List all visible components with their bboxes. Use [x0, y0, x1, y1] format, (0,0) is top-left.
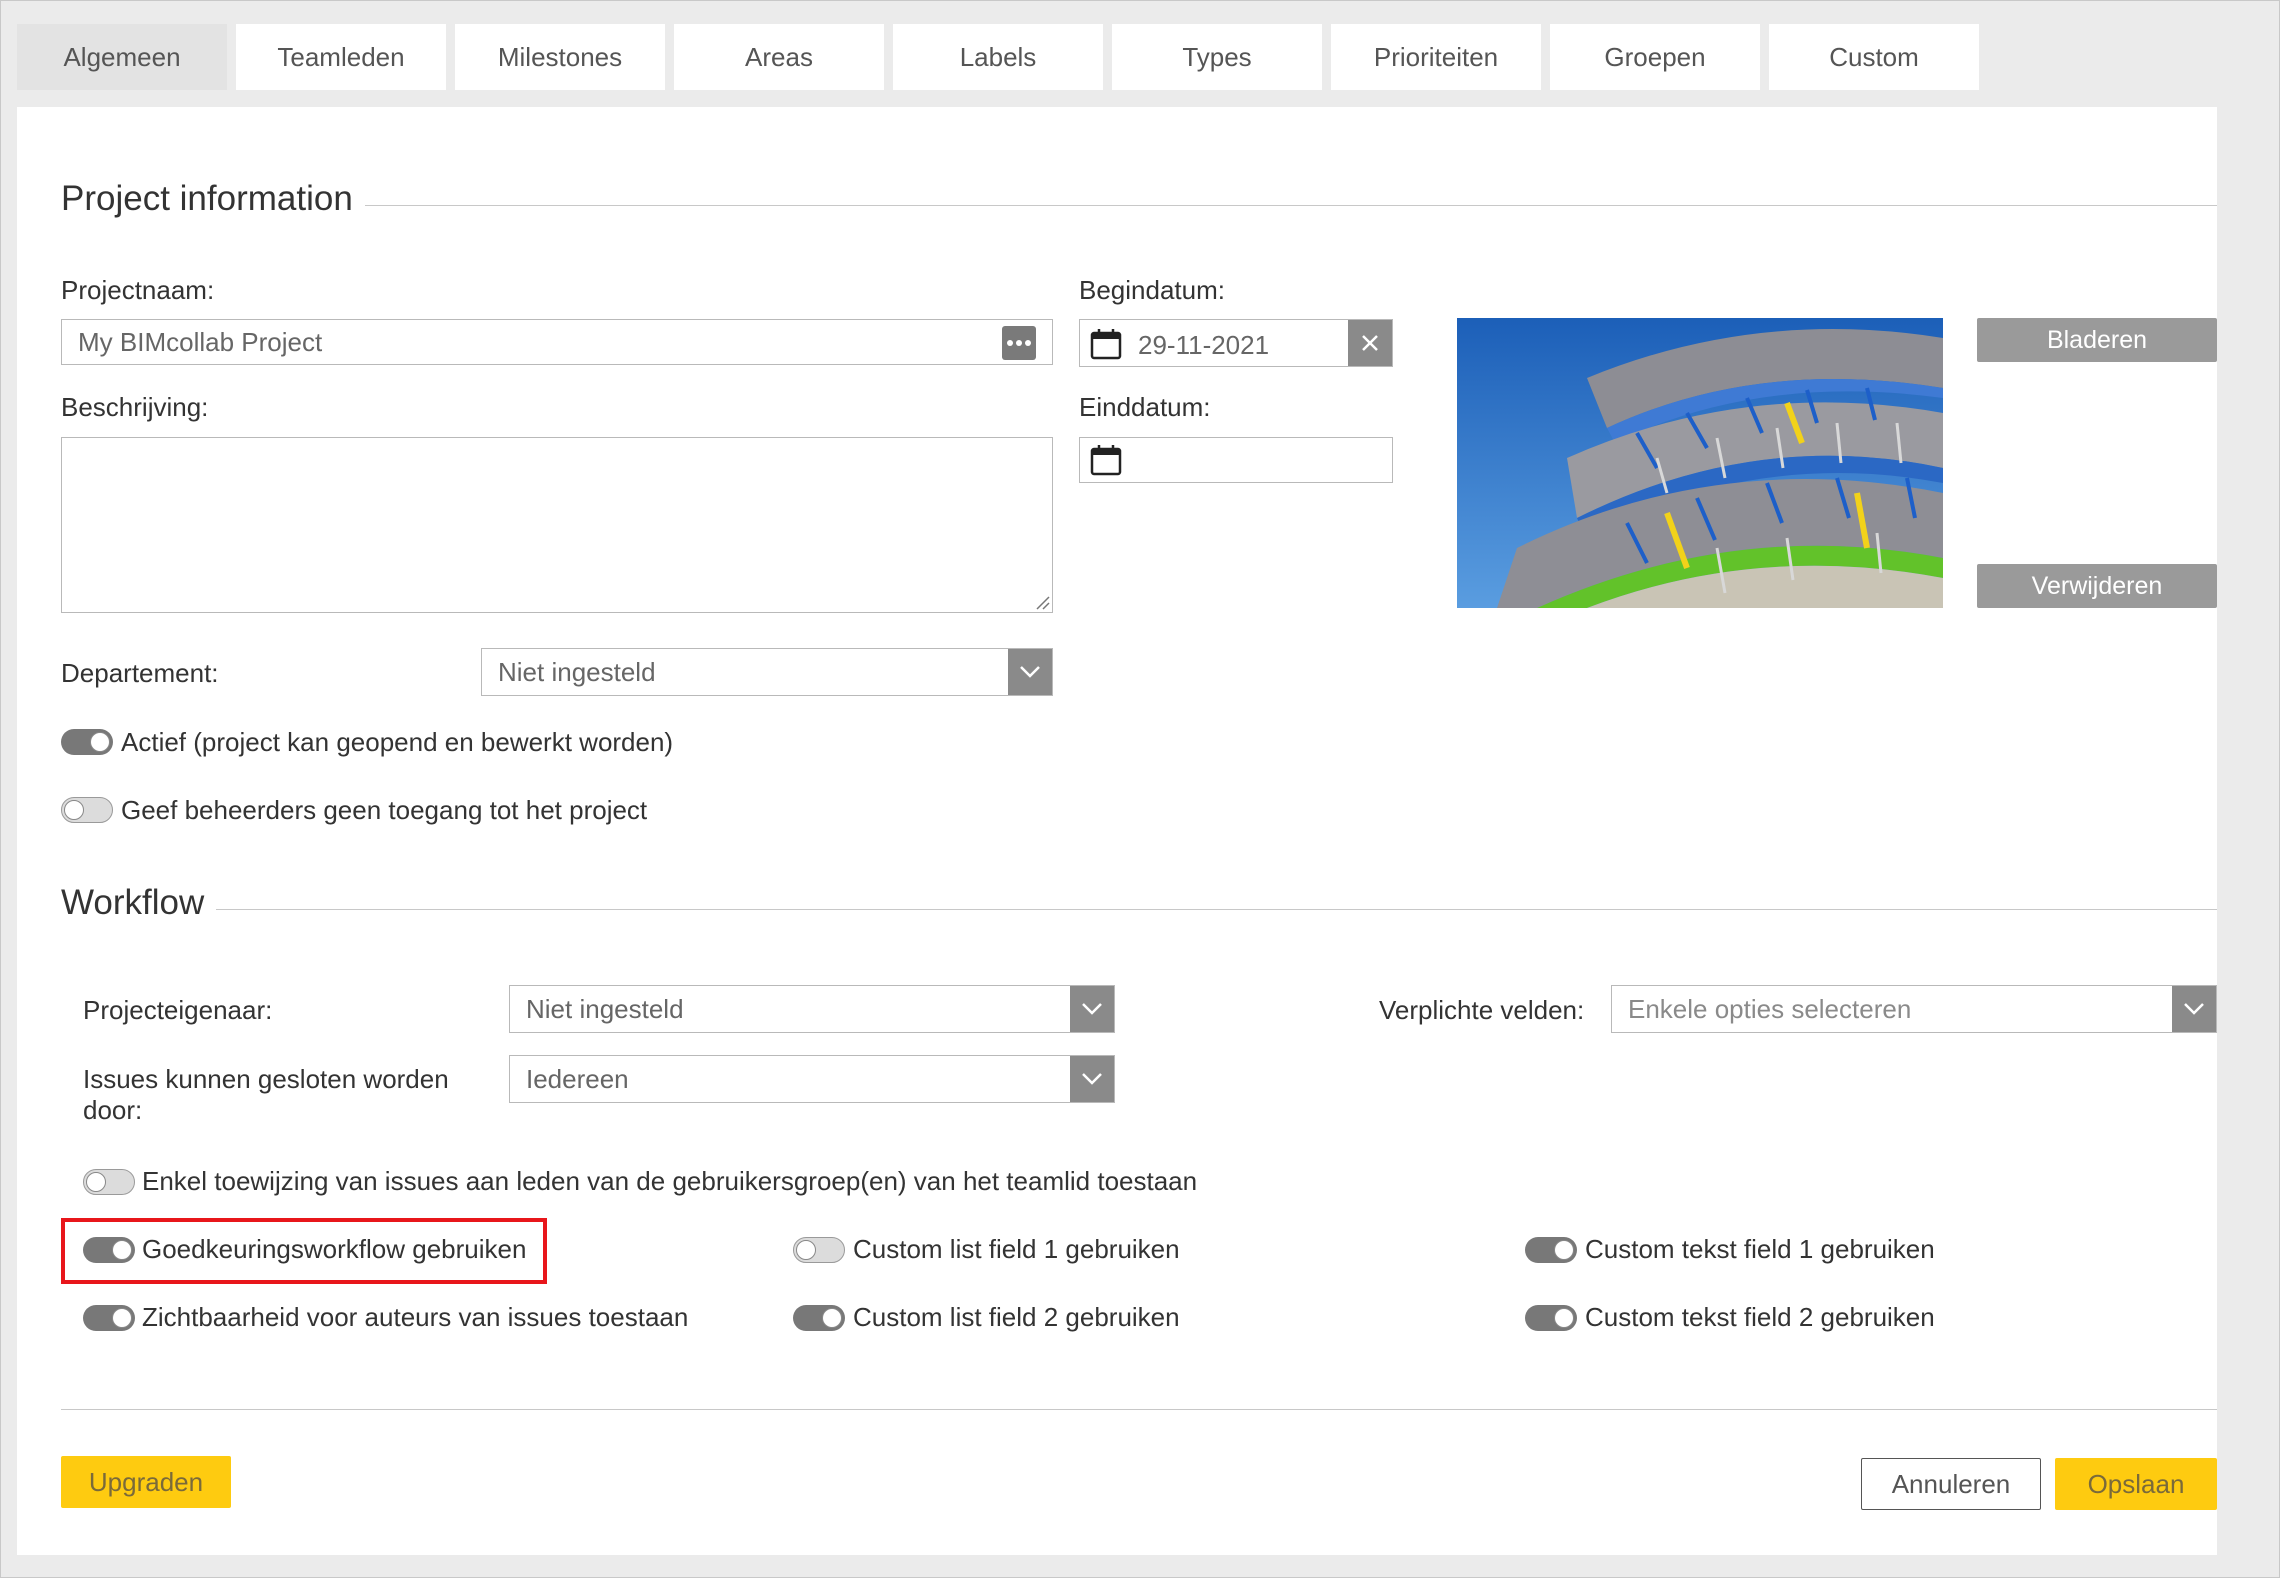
project-image — [1457, 318, 1943, 608]
dialog-frame: Algemeen Teamleden Milestones Areas Labe… — [0, 0, 2280, 1578]
verplichte-velden-select[interactable]: Enkele opties selecteren — [1611, 985, 2217, 1033]
assign-restriction-toggle-label: Enkel toewijzing van issues aan leden va… — [142, 1166, 1198, 1196]
closers-label: Issues kunnen gesloten worden door: — [83, 1064, 449, 1126]
admin-access-toggle[interactable] — [61, 797, 113, 823]
begindatum-label: Begindatum: — [1079, 275, 1225, 305]
begindatum-value: 29-11-2021 — [1138, 330, 1270, 360]
calendar-icon[interactable] — [1090, 328, 1122, 360]
projecteigenaar-value: Niet ingesteld — [526, 993, 684, 1024]
assign-restriction-toggle[interactable] — [83, 1169, 135, 1195]
footer-divider — [61, 1409, 2217, 1410]
custom-list-field-2-toggle[interactable] — [793, 1305, 845, 1331]
author-visibility-toggle[interactable] — [83, 1305, 135, 1331]
departement-label: Departement: — [61, 658, 219, 688]
verplichte-velden-placeholder: Enkele opties selecteren — [1628, 993, 1912, 1024]
closers-value: Iedereen — [526, 1063, 629, 1094]
custom-list-field-1-label: Custom list field 1 gebruiken — [853, 1234, 1180, 1264]
active-toggle[interactable] — [61, 729, 113, 755]
tab-milestones[interactable]: Milestones — [455, 24, 665, 90]
custom-list-field-2-label: Custom list field 2 gebruiken — [853, 1302, 1180, 1332]
calendar-icon[interactable] — [1090, 444, 1122, 476]
author-visibility-toggle-label: Zichtbaarheid voor auteurs van issues to… — [142, 1302, 689, 1332]
main-panel: Project information Projectnaam: My BIMc… — [17, 107, 2217, 1555]
tab-bar: Algemeen Teamleden Milestones Areas Labe… — [17, 24, 2237, 90]
chevron-down-icon[interactable] — [1070, 986, 1114, 1032]
custom-text-field-2-label: Custom tekst field 2 gebruiken — [1585, 1302, 1935, 1332]
resize-handle-icon[interactable] — [1034, 594, 1050, 610]
section-divider — [213, 909, 2217, 910]
section-divider — [365, 205, 2217, 206]
more-options-icon[interactable] — [1002, 326, 1036, 360]
admin-access-toggle-label: Geef beheerders geen toegang tot het pro… — [121, 795, 648, 825]
projecteigenaar-select[interactable]: Niet ingesteld — [509, 985, 1115, 1033]
cancel-button[interactable]: Annuleren — [1861, 1458, 2041, 1510]
custom-text-field-1-label: Custom tekst field 1 gebruiken — [1585, 1234, 1935, 1264]
projectnaam-value: My BIMcollab Project — [78, 326, 323, 357]
begindatum-field[interactable]: 29-11-2021 — [1079, 319, 1393, 367]
beschrijving-label: Beschrijving: — [61, 392, 209, 422]
chevron-down-icon[interactable] — [2172, 986, 2216, 1032]
chevron-down-icon[interactable] — [1008, 649, 1052, 695]
custom-text-field-2-toggle[interactable] — [1525, 1305, 1577, 1331]
approval-workflow-toggle-label: Goedkeuringsworkflow gebruiken — [142, 1234, 527, 1264]
verplichte-velden-label: Verplichte velden: — [1379, 995, 1585, 1025]
projecteigenaar-label: Projecteigenaar: — [83, 995, 273, 1025]
custom-list-field-1-toggle[interactable] — [793, 1237, 845, 1263]
close-icon — [1362, 335, 1378, 351]
section-title-workflow: Workflow — [61, 883, 217, 923]
departement-value: Niet ingesteld — [498, 656, 656, 687]
beschrijving-textarea[interactable] — [61, 437, 1053, 613]
custom-text-field-1-toggle[interactable] — [1525, 1237, 1577, 1263]
closers-label-line2: door: — [83, 1095, 143, 1125]
clear-date-button[interactable] — [1348, 320, 1392, 366]
tab-areas[interactable]: Areas — [674, 24, 884, 90]
tab-algemeen[interactable]: Algemeen — [17, 24, 227, 90]
departement-select[interactable]: Niet ingesteld — [481, 648, 1053, 696]
section-title-project-information: Project information — [61, 179, 365, 219]
remove-image-button[interactable]: Verwijderen — [1977, 564, 2217, 608]
browse-button[interactable]: Bladeren — [1977, 318, 2217, 362]
active-toggle-label: Actief (project kan geopend en bewerkt w… — [121, 727, 674, 757]
einddatum-field[interactable] — [1079, 437, 1393, 483]
closers-select[interactable]: Iedereen — [509, 1055, 1115, 1103]
einddatum-label: Einddatum: — [1079, 392, 1211, 422]
tab-labels[interactable]: Labels — [893, 24, 1103, 90]
approval-workflow-toggle[interactable] — [83, 1237, 135, 1263]
tab-custom[interactable]: Custom — [1769, 24, 1979, 90]
closers-label-line1: Issues kunnen gesloten worden — [83, 1064, 449, 1094]
tab-teamleden[interactable]: Teamleden — [236, 24, 446, 90]
chevron-down-icon[interactable] — [1070, 1056, 1114, 1102]
save-button[interactable]: Opslaan — [2055, 1458, 2217, 1510]
tab-types[interactable]: Types — [1112, 24, 1322, 90]
tab-groepen[interactable]: Groepen — [1550, 24, 1760, 90]
tab-prioriteiten[interactable]: Prioriteiten — [1331, 24, 1541, 90]
projectnaam-field[interactable]: My BIMcollab Project — [61, 319, 1053, 365]
projectnaam-label: Projectnaam: — [61, 275, 215, 305]
upgrade-button[interactable]: Upgraden — [61, 1456, 231, 1508]
